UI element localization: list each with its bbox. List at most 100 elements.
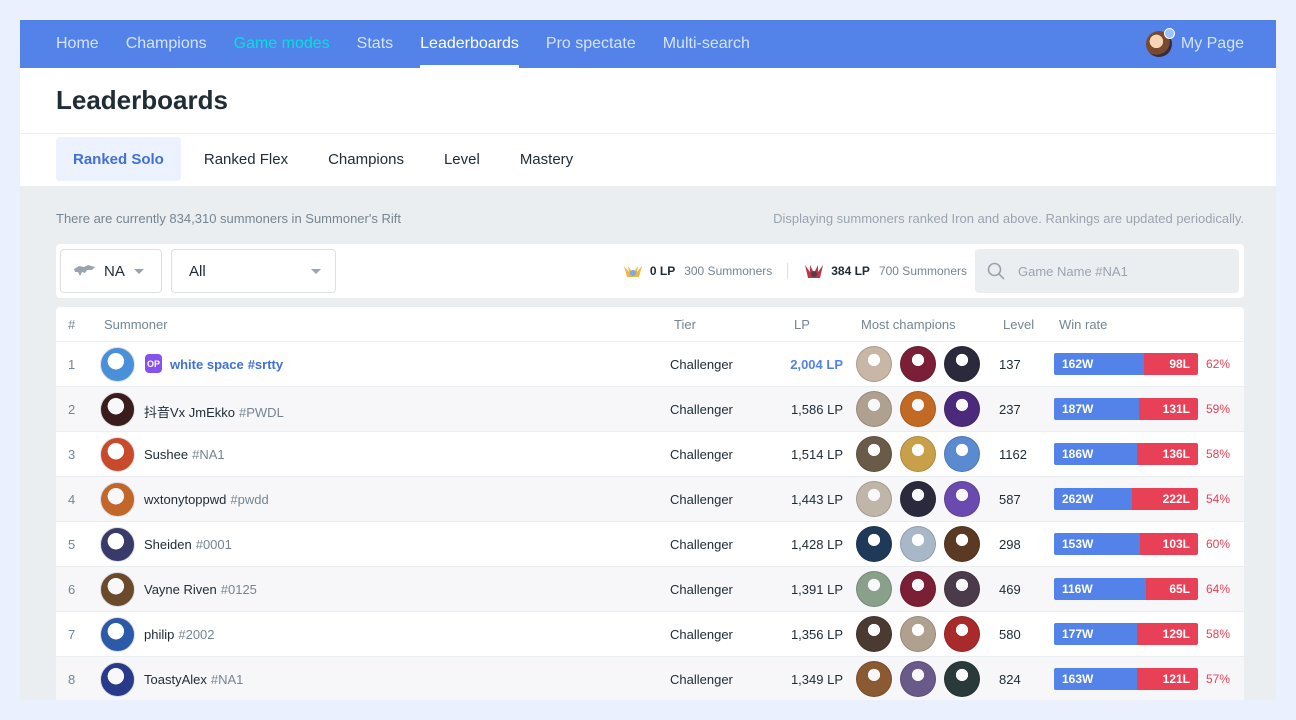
table-row[interactable]: 6 Vayne Riven #0125 Challenger 1,391 LP 469 11… (56, 567, 1244, 612)
champion-portrait-icon[interactable] (856, 436, 892, 472)
table-row[interactable]: 3 Sushee #NA1 Challenger 1,514 LP 1162 186W 136… (56, 432, 1244, 477)
most-champions (856, 526, 988, 562)
champion-portrait-icon[interactable] (944, 571, 980, 607)
lp-cell: 1,428 LP (790, 537, 843, 552)
nav-leaderboards[interactable]: Leaderboards (420, 20, 519, 68)
champion-portrait-icon[interactable] (944, 346, 980, 382)
tab-level[interactable]: Level (427, 137, 497, 181)
rank-cell: 3 (68, 447, 76, 462)
most-champions (856, 571, 988, 607)
summoner-name: white space (170, 357, 244, 372)
leaderboard-tabs: Ranked Solo Ranked Flex Champions Level … (20, 134, 1276, 186)
summoner-tag: #srtty (247, 357, 284, 372)
champion-portrait-icon[interactable] (900, 391, 936, 427)
tab-champions[interactable]: Champions (311, 137, 421, 181)
summoner-name-link[interactable]: wxtonytoppwd #pwdd (144, 492, 269, 507)
info-row: There are currently 834,310 summoners in… (56, 186, 1244, 244)
summoner-avatar[interactable] (100, 527, 135, 562)
table-row[interactable]: 8 ToastyAlex #NA1 Challenger 1,349 LP 824 163W… (56, 657, 1244, 700)
champion-portrait-icon[interactable] (900, 616, 936, 652)
nav-game-modes[interactable]: Game modes (234, 20, 330, 68)
losses-segment: 222L (1132, 488, 1198, 510)
nav-champions[interactable]: Champions (126, 20, 207, 68)
win-rate-bar: 162W 98L (1054, 353, 1198, 375)
table-body: 1 OP white space #srtty Challenger 2,004 LP 13… (56, 342, 1244, 700)
summoner-avatar[interactable] (100, 572, 135, 607)
champion-portrait-icon[interactable] (856, 481, 892, 517)
losses-segment: 131L (1139, 398, 1198, 420)
header-level: Level (1003, 317, 1035, 332)
cutoff-divider (787, 263, 789, 279)
tier-value: All (189, 262, 206, 280)
level-cell: 469 (999, 582, 1021, 597)
champion-portrait-icon[interactable] (900, 526, 936, 562)
lp-cell: 1,586 LP (790, 402, 843, 417)
summoner-avatar[interactable] (100, 392, 135, 427)
level-cell: 137 (999, 357, 1021, 372)
summoner-avatar[interactable] (100, 482, 135, 517)
champion-portrait-icon[interactable] (856, 346, 892, 382)
tab-ranked-solo[interactable]: Ranked Solo (56, 137, 181, 181)
search-icon (987, 262, 1005, 280)
champion-portrait-icon[interactable] (900, 481, 936, 517)
most-champions (856, 346, 988, 382)
level-cell: 580 (999, 627, 1021, 642)
summoner-avatar[interactable] (100, 347, 135, 382)
region-select[interactable]: NA (60, 249, 162, 293)
champion-portrait-icon[interactable] (944, 481, 980, 517)
win-rate-bar: 163W 121L (1054, 668, 1198, 690)
champion-portrait-icon[interactable] (944, 616, 980, 652)
champion-portrait-icon[interactable] (900, 571, 936, 607)
summoner-avatar[interactable] (100, 617, 135, 652)
losses-segment: 65L (1146, 578, 1198, 600)
my-page-link[interactable]: My Page (1145, 20, 1244, 68)
champion-portrait-icon[interactable] (856, 661, 892, 697)
nav-multi-search[interactable]: Multi-search (663, 20, 750, 68)
summoner-name-link[interactable]: 抖音Vx JmEkko #PWDL (144, 402, 284, 421)
tab-ranked-flex[interactable]: Ranked Flex (187, 137, 305, 181)
summoner-avatar[interactable] (100, 662, 135, 697)
win-rate-percent: 58% (1206, 627, 1231, 641)
champion-portrait-icon[interactable] (856, 526, 892, 562)
summoner-name: 抖音Vx JmEkko (144, 405, 236, 420)
table-row[interactable]: 2 抖音Vx JmEkko #PWDL Challenger 1,586 LP 237 18… (56, 387, 1244, 432)
summoner-name-link[interactable]: Sushee #NA1 (144, 447, 225, 462)
champion-portrait-icon[interactable] (944, 661, 980, 697)
champion-portrait-icon[interactable] (900, 436, 936, 472)
summoner-name-link[interactable]: philip #2002 (144, 627, 215, 642)
champion-portrait-icon[interactable] (856, 391, 892, 427)
app-frame: Home Champions Game modes Stats Leaderbo… (20, 20, 1276, 700)
wins-segment: 187W (1054, 398, 1139, 420)
table-row[interactable]: 7 philip #2002 Challenger 1,356 LP 580 177W 129… (56, 612, 1244, 657)
header-summoner: Summoner (104, 317, 168, 332)
summoner-name-link[interactable]: ToastyAlex #NA1 (144, 672, 243, 687)
summoner-name: Sheiden (144, 537, 192, 552)
summoner-name-link[interactable]: white space #srtty (170, 357, 283, 372)
losses-segment: 98L (1144, 353, 1198, 375)
champion-portrait-icon[interactable] (856, 616, 892, 652)
nav-stats[interactable]: Stats (357, 20, 393, 68)
nav-pro-spectate[interactable]: Pro spectate (546, 20, 636, 68)
summoner-name-link[interactable]: Sheiden #0001 (144, 537, 232, 552)
summoner-tag: #0001 (195, 537, 232, 552)
champion-portrait-icon[interactable] (856, 571, 892, 607)
champion-portrait-icon[interactable] (944, 526, 980, 562)
win-rate-percent: 59% (1206, 402, 1231, 416)
tier-cell: Challenger (670, 582, 733, 597)
tab-mastery[interactable]: Mastery (503, 137, 590, 181)
nav-home[interactable]: Home (56, 20, 99, 68)
tier-select[interactable]: All (171, 249, 336, 293)
champion-portrait-icon[interactable] (944, 391, 980, 427)
summoner-name-link[interactable]: Vayne Riven #0125 (144, 582, 257, 597)
table-row[interactable]: 4 wxtonytoppwd #pwdd Challenger 1,443 LP 587 2… (56, 477, 1244, 522)
champion-portrait-icon[interactable] (900, 661, 936, 697)
table-row[interactable]: 5 Sheiden #0001 Challenger 1,428 LP 298 153W 10… (56, 522, 1244, 567)
table-row[interactable]: 1 OP white space #srtty Challenger 2,004 LP 13… (56, 342, 1244, 387)
champion-portrait-icon[interactable] (900, 346, 936, 382)
summoner-search[interactable] (975, 249, 1239, 293)
champion-portrait-icon[interactable] (944, 436, 980, 472)
search-input[interactable] (1018, 263, 1218, 279)
summoner-avatar[interactable] (100, 437, 135, 472)
most-champions (856, 436, 988, 472)
win-rate-bar: 177W 129L (1054, 623, 1198, 645)
